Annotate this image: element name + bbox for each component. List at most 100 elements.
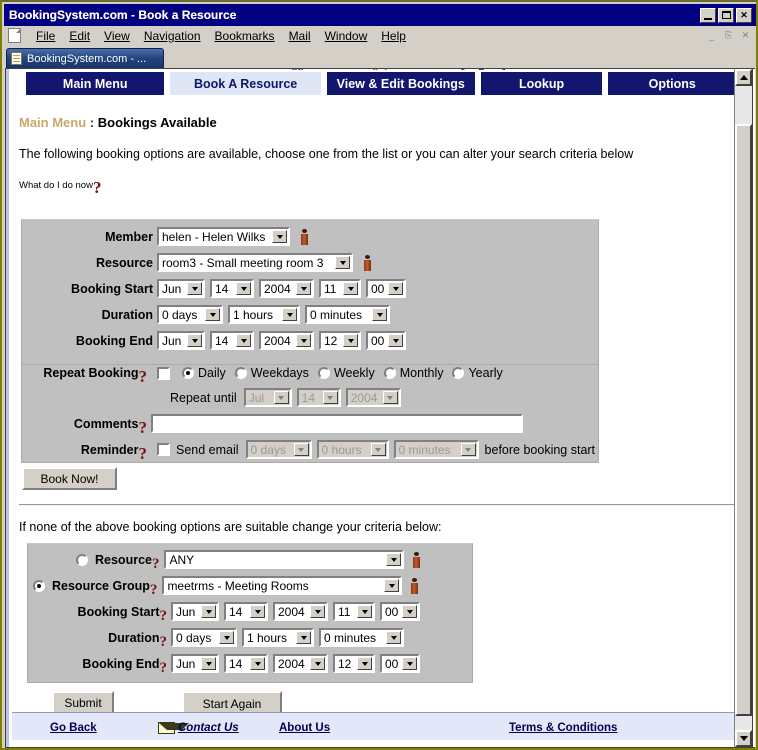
chevron-down-icon[interactable] [293,443,309,456]
scrollbar-track[interactable] [735,86,752,730]
repeat-radio-weekdays[interactable] [234,367,247,379]
footer-about-us-link[interactable]: About Us [279,722,330,734]
criteria-duration-days-select[interactable]: 0 days [171,628,237,647]
menu-item-help[interactable]: Help [374,27,413,45]
menu-item-view[interactable]: View [97,27,137,45]
chevron-down-icon[interactable] [386,553,402,566]
criteria-resource-info-icon[interactable] [411,551,422,568]
resource-select[interactable]: room3 - Small meeting room 3 [157,253,353,272]
question-mark-icon[interactable]: ? [139,419,148,436]
chevron-down-icon[interactable] [201,605,216,618]
chevron-down-icon[interactable] [236,334,251,347]
booking-end-day-select[interactable]: 14 [210,331,254,350]
question-mark-icon[interactable]: ? [152,556,160,571]
question-mark-icon[interactable]: ? [160,608,168,623]
chevron-down-icon[interactable] [219,631,234,644]
chevron-down-icon[interactable] [460,443,476,456]
chevron-down-icon[interactable] [296,334,311,347]
repeat-radio-monthly[interactable] [383,367,396,379]
repeat-booking-checkbox[interactable] [157,366,170,380]
duration-days-select[interactable]: 0 days [157,305,223,324]
vertical-scrollbar[interactable] [734,68,753,748]
chevron-down-icon[interactable] [310,657,325,670]
member-select[interactable]: helen - Helen Wilks [157,227,290,246]
chevron-down-icon[interactable] [402,657,417,670]
criteria-booking-start-day-select[interactable]: 14 [224,602,268,621]
chevron-down-icon[interactable] [370,443,386,456]
chevron-down-icon[interactable] [357,657,372,670]
criteria-resource-select[interactable]: ANY [164,550,405,569]
question-mark-icon[interactable]: ? [139,368,148,385]
chevron-down-icon[interactable] [187,282,202,295]
mdi-close-button[interactable]: ✕ [738,28,753,43]
book-now-button[interactable]: Book Now! [22,467,117,490]
reminder-days-select[interactable]: 0 days [245,440,312,459]
criteria-booking-start-minute-select[interactable]: 00 [380,602,420,621]
chevron-down-icon[interactable] [322,391,338,404]
chevron-down-icon[interactable] [388,334,403,347]
reminder-send-email-checkbox[interactable] [157,443,170,456]
question-mark-icon[interactable]: ? [139,445,148,462]
chevron-down-icon[interactable] [372,308,387,321]
chevron-down-icon[interactable] [343,334,358,347]
resource-info-icon[interactable] [362,254,373,271]
menu-item-bookmarks[interactable]: Bookmarks [208,27,282,45]
nav-tab-book-a-resource[interactable]: Book A Resource [170,72,321,95]
criteria-booking-end-year-select[interactable]: 2004 [273,654,328,673]
chevron-down-icon[interactable] [296,282,311,295]
scroll-down-arrow[interactable] [735,730,752,747]
criteria-booking-start-hour-select[interactable]: 11 [333,602,375,621]
repeat-radio-yearly[interactable] [452,367,465,379]
criteria-booking-start-month-select[interactable]: Jun [171,602,219,621]
criteria-booking-end-day-select[interactable]: 14 [224,654,268,673]
mdi-minimize-button[interactable]: _ [704,28,719,43]
nav-tab-lookup[interactable]: Lookup [480,72,603,95]
chevron-down-icon[interactable] [310,605,325,618]
footer-go-back-link[interactable]: Go Back [50,722,97,734]
chevron-down-icon[interactable] [402,605,417,618]
repeat-radio-daily[interactable] [182,367,194,379]
booking-start-year-select[interactable]: 2004 [259,279,314,298]
help-link-what-do-i-do-now[interactable]: What do I do now? [19,179,101,196]
close-button[interactable]: ✕ [736,7,752,23]
criteria-resource-group-info-icon[interactable] [409,577,420,594]
scrollbar-thumb[interactable] [735,124,752,716]
footer-terms-link[interactable]: Terms & Conditions [509,722,617,734]
booking-end-month-select[interactable]: Jun [157,331,205,350]
menu-item-mail[interactable]: Mail [282,27,318,45]
booking-end-minute-select[interactable]: 00 [366,331,406,350]
nav-tab-main-menu[interactable]: Main Menu [26,72,165,95]
criteria-booking-end-month-select[interactable]: Jun [171,654,219,673]
criteria-resource-group-select[interactable]: meetrms - Meeting Rooms [162,576,403,595]
logout-link[interactable]: [Logout] [461,69,506,70]
question-mark-icon[interactable]: ? [160,660,168,675]
footer-contact-us-link[interactable]: Contact Us [178,722,239,734]
booking-start-hour-select[interactable]: 11 [319,279,361,298]
chevron-down-icon[interactable] [386,631,401,644]
nav-tab-view-edit-bookings[interactable]: View & Edit Bookings [326,72,475,95]
breadcrumb-parent[interactable]: Main Menu [19,115,86,130]
question-mark-icon[interactable]: ? [160,634,168,649]
chevron-down-icon[interactable] [384,579,400,592]
nav-tab-options[interactable]: Options [608,72,737,95]
chevron-down-icon[interactable] [236,282,251,295]
chevron-down-icon[interactable] [273,391,289,404]
chevron-down-icon[interactable] [201,657,216,670]
criteria-booking-end-hour-select[interactable]: 12 [333,654,375,673]
booking-start-month-select[interactable]: Jun [157,279,205,298]
chevron-down-icon[interactable] [250,605,265,618]
repeat-radio-weekly[interactable] [317,367,330,379]
browser-tab[interactable]: BookingSystem.com - ... [6,48,164,68]
chevron-down-icon[interactable] [296,631,311,644]
criteria-resource-radio[interactable] [76,553,88,566]
chevron-down-icon[interactable] [282,308,297,321]
chevron-down-icon[interactable] [205,308,220,321]
comments-input[interactable] [151,414,523,433]
repeat-until-day-select[interactable]: 14 [296,388,341,407]
chevron-down-icon[interactable] [357,605,372,618]
chevron-down-icon[interactable] [272,230,287,243]
chevron-down-icon[interactable] [343,282,358,295]
repeat-until-year-select[interactable]: 2004 [345,388,401,407]
scroll-up-arrow[interactable] [735,69,752,86]
chevron-down-icon[interactable] [250,657,265,670]
